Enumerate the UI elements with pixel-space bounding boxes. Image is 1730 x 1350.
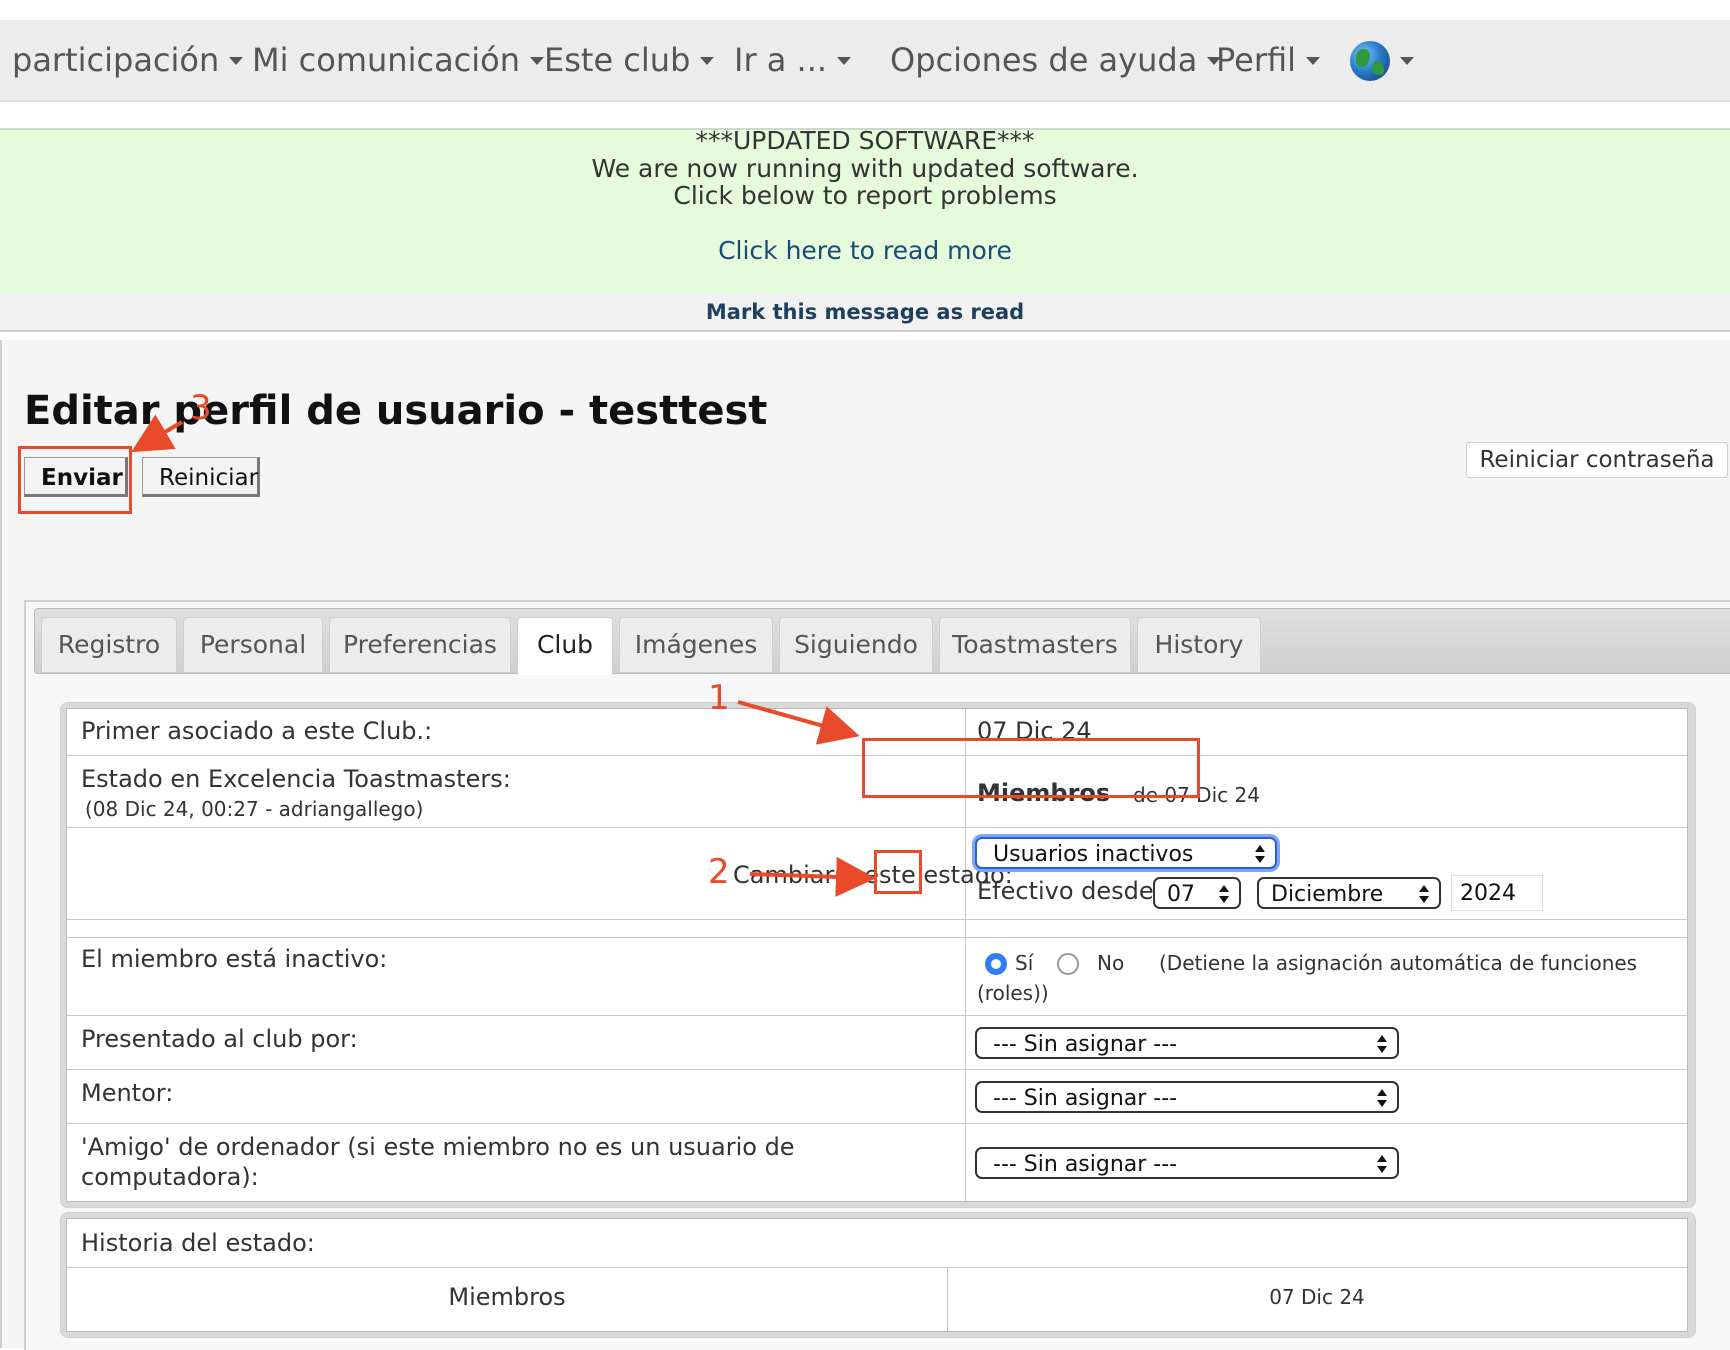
effective-label: Efectivo desde:: [977, 877, 1162, 905]
history-label: Historia del estado:: [81, 1229, 315, 1257]
mentor-select[interactable]: --- Sin asignar ---: [975, 1081, 1399, 1113]
submit-button[interactable]: Enviar: [24, 457, 128, 497]
inactive-no-radio[interactable]: [1057, 953, 1079, 975]
tab-imagenes[interactable]: Imágenes: [619, 617, 773, 672]
tab-club[interactable]: Club: [517, 617, 613, 675]
first-assoc-label: Primer asociado a este Club.:: [81, 717, 433, 745]
history-table: Historia del estado: Miembros 07 Dic 24: [66, 1218, 1688, 1332]
mentor-label: Mentor:: [81, 1079, 174, 1107]
select-arrows-icon: [1377, 1088, 1387, 1108]
read-more-link[interactable]: Click here to read more: [718, 236, 1012, 265]
tab-toastmasters[interactable]: Toastmasters: [939, 617, 1131, 672]
nav-label: Opciones de ayuda: [890, 41, 1198, 79]
language-menu[interactable]: [1350, 20, 1414, 100]
select-value: Diciembre: [1271, 882, 1384, 907]
reset-button[interactable]: Reiniciar: [142, 457, 260, 497]
select-arrows-icon: [1377, 1154, 1387, 1174]
effective-year-input[interactable]: 2024: [1451, 875, 1543, 911]
nav-este-club[interactable]: Este club: [544, 20, 715, 100]
tab-siguiendo[interactable]: Siguiendo: [779, 617, 933, 672]
status-label: Estado en Excelencia Toastmasters:: [81, 765, 511, 793]
caret-down-icon: [229, 57, 244, 65]
nav-opciones-ayuda[interactable]: Opciones de ayuda: [890, 20, 1222, 100]
announcement-banner: ***UPDATED SOFTWARE*** We are now runnin…: [0, 126, 1730, 296]
tab-personal[interactable]: Personal: [183, 617, 323, 672]
select-arrows-icon: [1219, 884, 1229, 904]
globe-icon: [1350, 41, 1390, 81]
change-status-label: Cambiar a este estado:: [733, 861, 1013, 889]
buddy-select[interactable]: --- Sin asignar ---: [975, 1147, 1399, 1179]
select-value: Usuarios inactivos: [993, 842, 1194, 867]
column-divider: [965, 709, 966, 1201]
annotation-number-1: 1: [708, 678, 730, 718]
row-divider: [67, 755, 1687, 756]
select-value: --- Sin asignar ---: [993, 1086, 1178, 1111]
buddy-label-2: computadora):: [81, 1163, 259, 1191]
nav-label: participación: [12, 41, 220, 79]
nav-label: Este club: [544, 41, 691, 79]
row-divider: [67, 1069, 1687, 1070]
tab-preferencias[interactable]: Preferencias: [329, 617, 511, 672]
nav-ir-a[interactable]: Ir a ...: [734, 20, 852, 100]
inactive-note-2: (roles)): [977, 981, 1049, 1005]
introduced-by-label: Presentado al club por:: [81, 1025, 358, 1053]
inactive-yes-label: Sí: [1015, 951, 1034, 975]
row-divider: [67, 1015, 1687, 1016]
change-status-select[interactable]: Usuarios inactivos: [975, 837, 1277, 869]
introduced-by-select[interactable]: --- Sin asignar ---: [975, 1027, 1399, 1059]
caret-down-icon: [700, 57, 715, 65]
row-divider: [67, 937, 1687, 938]
nav-label: Perfil: [1216, 41, 1297, 79]
inactive-label: El miembro está inactivo:: [81, 945, 388, 973]
history-status: Miembros: [448, 1283, 566, 1311]
buddy-label: 'Amigo' de ordenador (si este miembro no…: [81, 1133, 795, 1161]
select-value: --- Sin asignar ---: [993, 1032, 1178, 1057]
club-form-table: Primer asociado a este Club.: 07 Dic 24 …: [66, 708, 1688, 1202]
banner-text-2: Click below to report problems: [673, 181, 1057, 210]
nav-perfil[interactable]: Perfil: [1216, 20, 1321, 100]
tab-registro[interactable]: Registro: [41, 617, 177, 672]
nav-label: Mi comunicación: [252, 41, 521, 79]
inactive-no-label: No: [1097, 951, 1125, 975]
top-nav: participación Mi comunicación Este club …: [0, 20, 1730, 102]
row-divider: [67, 919, 1687, 920]
page-title: Editar perfil de usuario - testtest: [24, 388, 768, 434]
select-value: 07: [1167, 882, 1195, 907]
first-assoc-value: 07 Dic 24: [977, 717, 1092, 745]
caret-down-icon: [1400, 57, 1414, 65]
reset-password-button[interactable]: Reiniciar contraseña: [1466, 442, 1728, 478]
banner-title: ***UPDATED SOFTWARE***: [695, 126, 1035, 155]
current-status-since: de 07 Dic 24: [1133, 783, 1260, 807]
caret-down-icon: [530, 57, 545, 65]
status-change-meta: (08 Dic 24, 00:27 - adriangallego): [85, 797, 424, 821]
inactive-yes-radio[interactable]: [985, 953, 1007, 975]
annotation-number-2: 2: [708, 852, 730, 892]
effective-month-select[interactable]: Diciembre: [1257, 877, 1441, 909]
effective-day-select[interactable]: 07: [1153, 877, 1241, 909]
current-status: Miembros: [977, 779, 1111, 807]
caret-down-icon: [1306, 57, 1321, 65]
row-divider: [67, 827, 1687, 828]
select-arrows-icon: [1377, 1034, 1387, 1054]
select-arrows-icon: [1255, 844, 1265, 864]
banner-text: We are now running with updated software…: [591, 154, 1139, 183]
inactive-note: (Detiene la asignación automática de fun…: [1159, 951, 1638, 975]
annotation-number-3: 3: [190, 388, 212, 428]
row-divider: [67, 1267, 1687, 1268]
nav-label: Ir a ...: [734, 41, 828, 79]
history-date: 07 Dic 24: [1269, 1285, 1365, 1309]
row-divider: [67, 1123, 1687, 1124]
nav-participacion[interactable]: participación: [12, 20, 244, 100]
nav-mi-comunicacion[interactable]: Mi comunicación: [252, 20, 545, 100]
tab-bar: Registro Personal Preferencias Club Imág…: [34, 608, 1730, 675]
select-value: --- Sin asignar ---: [993, 1152, 1178, 1177]
caret-down-icon: [837, 57, 852, 65]
mark-read-link[interactable]: Mark this message as read: [0, 294, 1730, 332]
tab-history[interactable]: History: [1137, 617, 1261, 672]
select-arrows-icon: [1419, 884, 1429, 904]
